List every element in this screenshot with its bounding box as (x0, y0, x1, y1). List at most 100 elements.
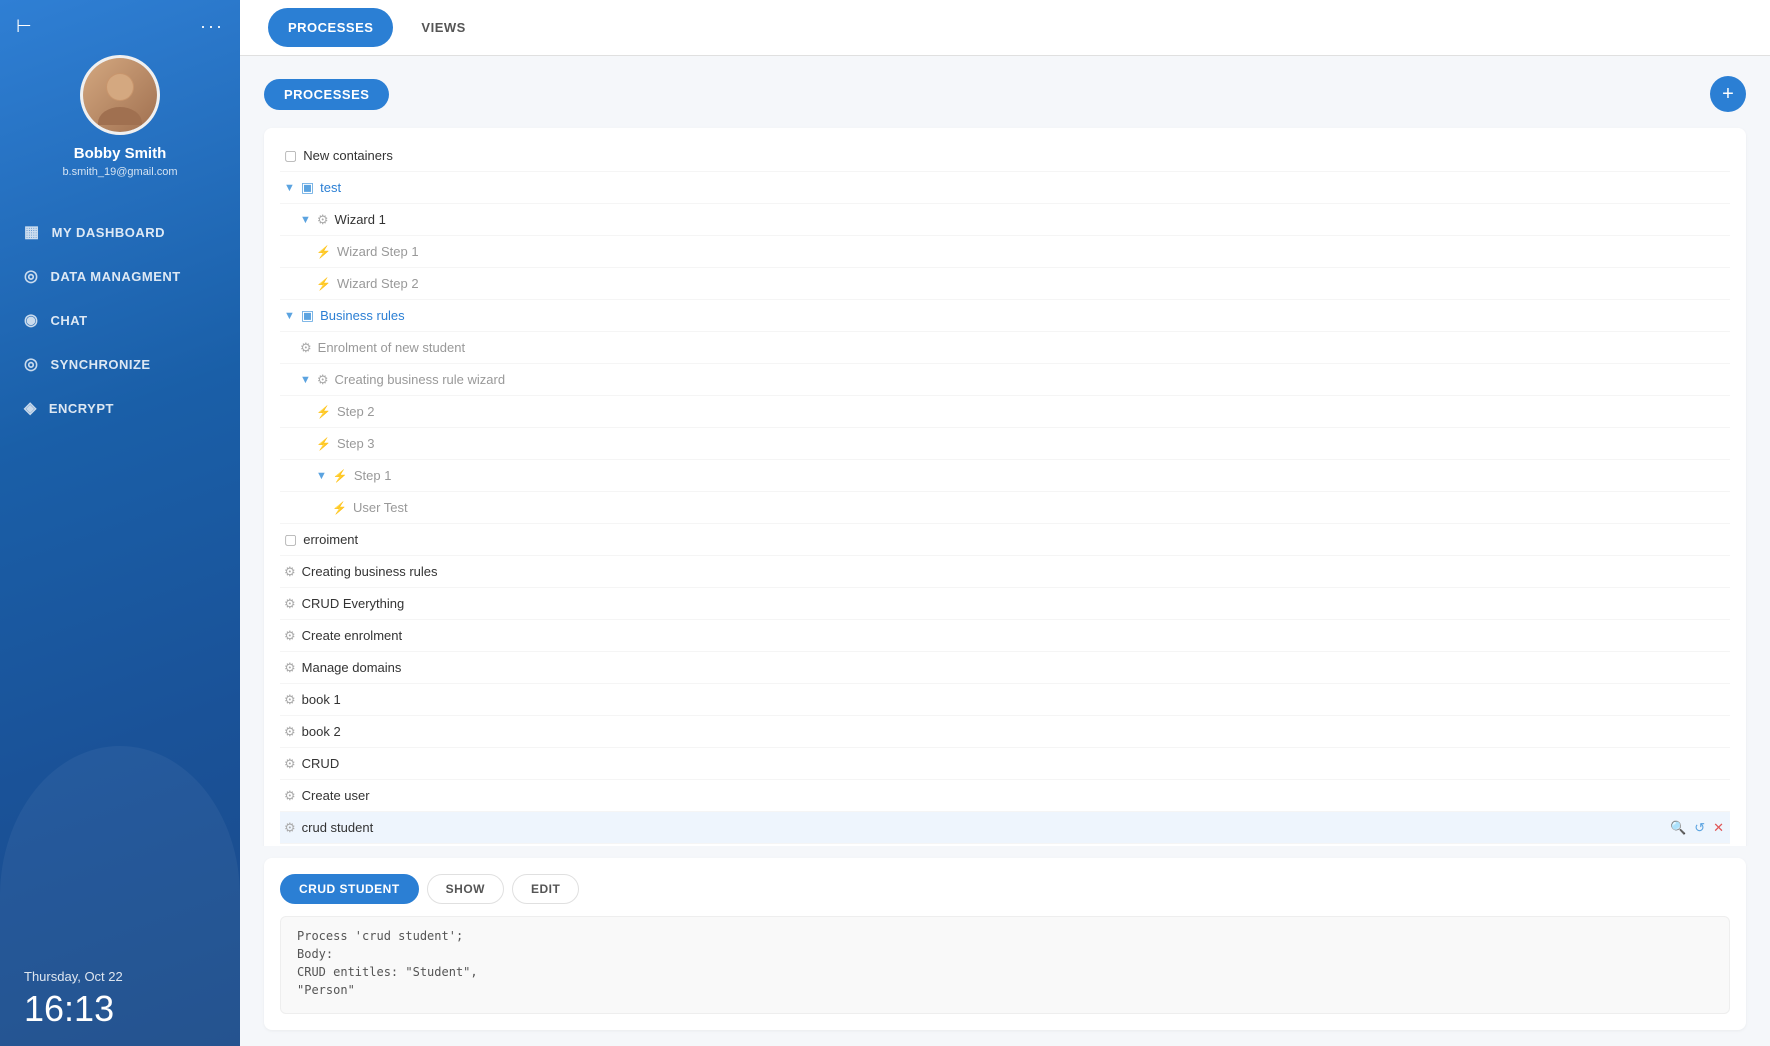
delete-action-icon[interactable]: ✕ (1711, 242, 1726, 262)
tree-row-left: ⚡ Step 3 (284, 436, 1668, 451)
delete-action-icon[interactable]: ✕ (1711, 818, 1726, 838)
delete-action-icon[interactable]: ✕ (1711, 754, 1726, 774)
bottom-tab-edit[interactable]: EDIT (512, 874, 579, 904)
undo-action-icon[interactable]: ↺ (1692, 178, 1707, 198)
bottom-tab-crud-student[interactable]: CRUD STUDENT (280, 874, 419, 904)
search-action-icon[interactable]: 🔍 (1668, 818, 1688, 838)
search-action-icon[interactable]: 🔍 (1668, 402, 1688, 422)
delete-action-icon[interactable]: ✕ (1711, 370, 1726, 390)
top-tab-bar: PROCESSES VIEWS (240, 0, 1770, 56)
undo-action-icon[interactable]: ↺ (1692, 402, 1707, 422)
search-action-icon[interactable]: 🔍 (1668, 690, 1688, 710)
processes-button[interactable]: PROCESSES (264, 79, 389, 110)
sidebar-item-sync[interactable]: ◎ SYNCHRONIZE (0, 342, 240, 386)
undo-action-icon[interactable]: ↺ (1692, 306, 1707, 326)
undo-action-icon[interactable]: ↺ (1692, 498, 1707, 518)
undo-action-icon[interactable]: ↺ (1692, 562, 1707, 582)
expand-icon-step1[interactable]: ▼ (316, 470, 327, 482)
undo-action-icon[interactable]: ↺ (1692, 530, 1707, 550)
sidebar-bottom: Thursday, Oct 22 16:13 (0, 953, 240, 1046)
search-action-icon[interactable]: 🔍 (1668, 498, 1688, 518)
tree-label-create-enrolment: Create enrolment (302, 628, 402, 643)
tab-views[interactable]: VIEWS (401, 8, 485, 47)
sidebar-item-chat[interactable]: ◉ CHAT (0, 298, 240, 342)
undo-action-icon[interactable]: ↺ (1692, 722, 1707, 742)
sidebar-menu-icon[interactable]: ··· (200, 16, 224, 37)
delete-action-icon[interactable]: ✕ (1711, 434, 1726, 454)
undo-action-icon[interactable]: ↺ (1692, 786, 1707, 806)
expand-icon-wizard1[interactable]: ▼ (300, 214, 311, 226)
search-action-icon[interactable]: 🔍 (1668, 306, 1688, 326)
folder-grey-icon: ▢ (284, 531, 297, 548)
tree-row-creating-br: ⚙ Creating business rules 🔍 ↺ ✕ (280, 556, 1730, 588)
search-action-icon[interactable]: 🔍 (1668, 594, 1688, 614)
sidebar-label-encrypt: ENCRYPT (49, 401, 114, 416)
add-process-button[interactable]: + (1710, 76, 1746, 112)
delete-action-icon[interactable]: ✕ (1711, 210, 1726, 230)
tab-processes[interactable]: PROCESSES (268, 8, 393, 47)
undo-action-icon[interactable]: ↺ (1692, 626, 1707, 646)
delete-action-icon[interactable]: ✕ (1711, 402, 1726, 422)
undo-action-icon[interactable]: ↺ (1692, 594, 1707, 614)
undo-action-icon[interactable]: ↺ (1692, 818, 1707, 838)
delete-action-icon[interactable]: ✕ (1711, 562, 1726, 582)
search-action-icon[interactable]: 🔍 (1668, 626, 1688, 646)
undo-action-icon[interactable]: ↺ (1692, 146, 1707, 166)
undo-action-icon[interactable]: ↺ (1692, 338, 1707, 358)
expand-icon-creating[interactable]: ▼ (300, 374, 311, 386)
search-action-icon[interactable]: 🔍 (1668, 562, 1688, 582)
expand-icon-business[interactable]: ▼ (284, 310, 295, 322)
search-action-icon[interactable]: 🔍 (1668, 530, 1688, 550)
undo-action-icon[interactable]: ↺ (1692, 434, 1707, 454)
undo-action-icon[interactable]: ↺ (1692, 242, 1707, 262)
delete-action-icon[interactable]: ✕ (1711, 626, 1726, 646)
delete-action-icon[interactable]: ✕ (1711, 498, 1726, 518)
search-action-icon[interactable]: 🔍 (1668, 242, 1688, 262)
undo-action-icon[interactable]: ↺ (1692, 466, 1707, 486)
undo-action-icon[interactable]: ↺ (1692, 754, 1707, 774)
delete-action-icon[interactable]: ✕ (1711, 306, 1726, 326)
undo-action-icon[interactable]: ↺ (1692, 274, 1707, 294)
undo-action-icon[interactable]: ↺ (1692, 690, 1707, 710)
search-action-icon[interactable]: 🔍 (1668, 370, 1688, 390)
expand-icon-test[interactable]: ▼ (284, 182, 295, 194)
tree-label-wizard1: Wizard 1 (335, 212, 386, 227)
search-action-icon[interactable]: 🔍 (1668, 754, 1688, 774)
bottom-tab-bar: CRUD STUDENT SHOW EDIT (280, 874, 1730, 904)
delete-action-icon[interactable]: ✕ (1711, 338, 1726, 358)
search-action-icon[interactable]: 🔍 (1668, 274, 1688, 294)
undo-action-icon[interactable]: ↺ (1692, 370, 1707, 390)
sidebar-item-encrypt[interactable]: ◈ ENCRYPT (0, 386, 240, 430)
process-icon: ⚙ (284, 756, 296, 772)
sidebar-item-data[interactable]: ◎ DATA MANAGMENT (0, 254, 240, 298)
delete-action-icon[interactable]: ✕ (1711, 178, 1726, 198)
delete-action-icon[interactable]: ✕ (1711, 786, 1726, 806)
undo-action-icon[interactable]: ↺ (1692, 210, 1707, 230)
search-action-icon[interactable]: 🔍 (1668, 434, 1688, 454)
sidebar-exit-icon[interactable]: ⊢ (16, 16, 32, 37)
delete-action-icon[interactable]: ✕ (1711, 146, 1726, 166)
search-action-icon[interactable]: 🔍 (1668, 786, 1688, 806)
undo-action-icon[interactable]: ↺ (1692, 658, 1707, 678)
search-action-icon[interactable]: 🔍 (1668, 178, 1688, 198)
delete-action-icon[interactable]: ✕ (1711, 274, 1726, 294)
bottom-tab-show[interactable]: SHOW (427, 874, 504, 904)
tree-row-left: ⚡ Wizard Step 1 (284, 244, 1668, 259)
search-action-icon[interactable]: 🔍 (1668, 338, 1688, 358)
delete-action-icon[interactable]: ✕ (1711, 722, 1726, 742)
sidebar-time: 16:13 (24, 988, 216, 1030)
process-icon: ⚙ (284, 692, 296, 708)
delete-action-icon[interactable]: ✕ (1711, 530, 1726, 550)
search-action-icon[interactable]: 🔍 (1668, 146, 1688, 166)
search-action-icon[interactable]: 🔍 (1668, 466, 1688, 486)
tree-row-left: ▼ ▣ test (284, 179, 1668, 196)
search-action-icon[interactable]: 🔍 (1668, 658, 1688, 678)
sidebar-item-dashboard[interactable]: ▦ MY DASHBOARD (0, 210, 240, 254)
search-action-icon[interactable]: 🔍 (1668, 210, 1688, 230)
search-action-icon[interactable]: 🔍 (1668, 722, 1688, 742)
delete-action-icon[interactable]: ✕ (1711, 594, 1726, 614)
delete-action-icon[interactable]: ✕ (1711, 690, 1726, 710)
delete-action-icon[interactable]: ✕ (1711, 466, 1726, 486)
code-preview: Process 'crud student'; Body: CRUD entit… (280, 916, 1730, 1014)
delete-action-icon[interactable]: ✕ (1711, 658, 1726, 678)
